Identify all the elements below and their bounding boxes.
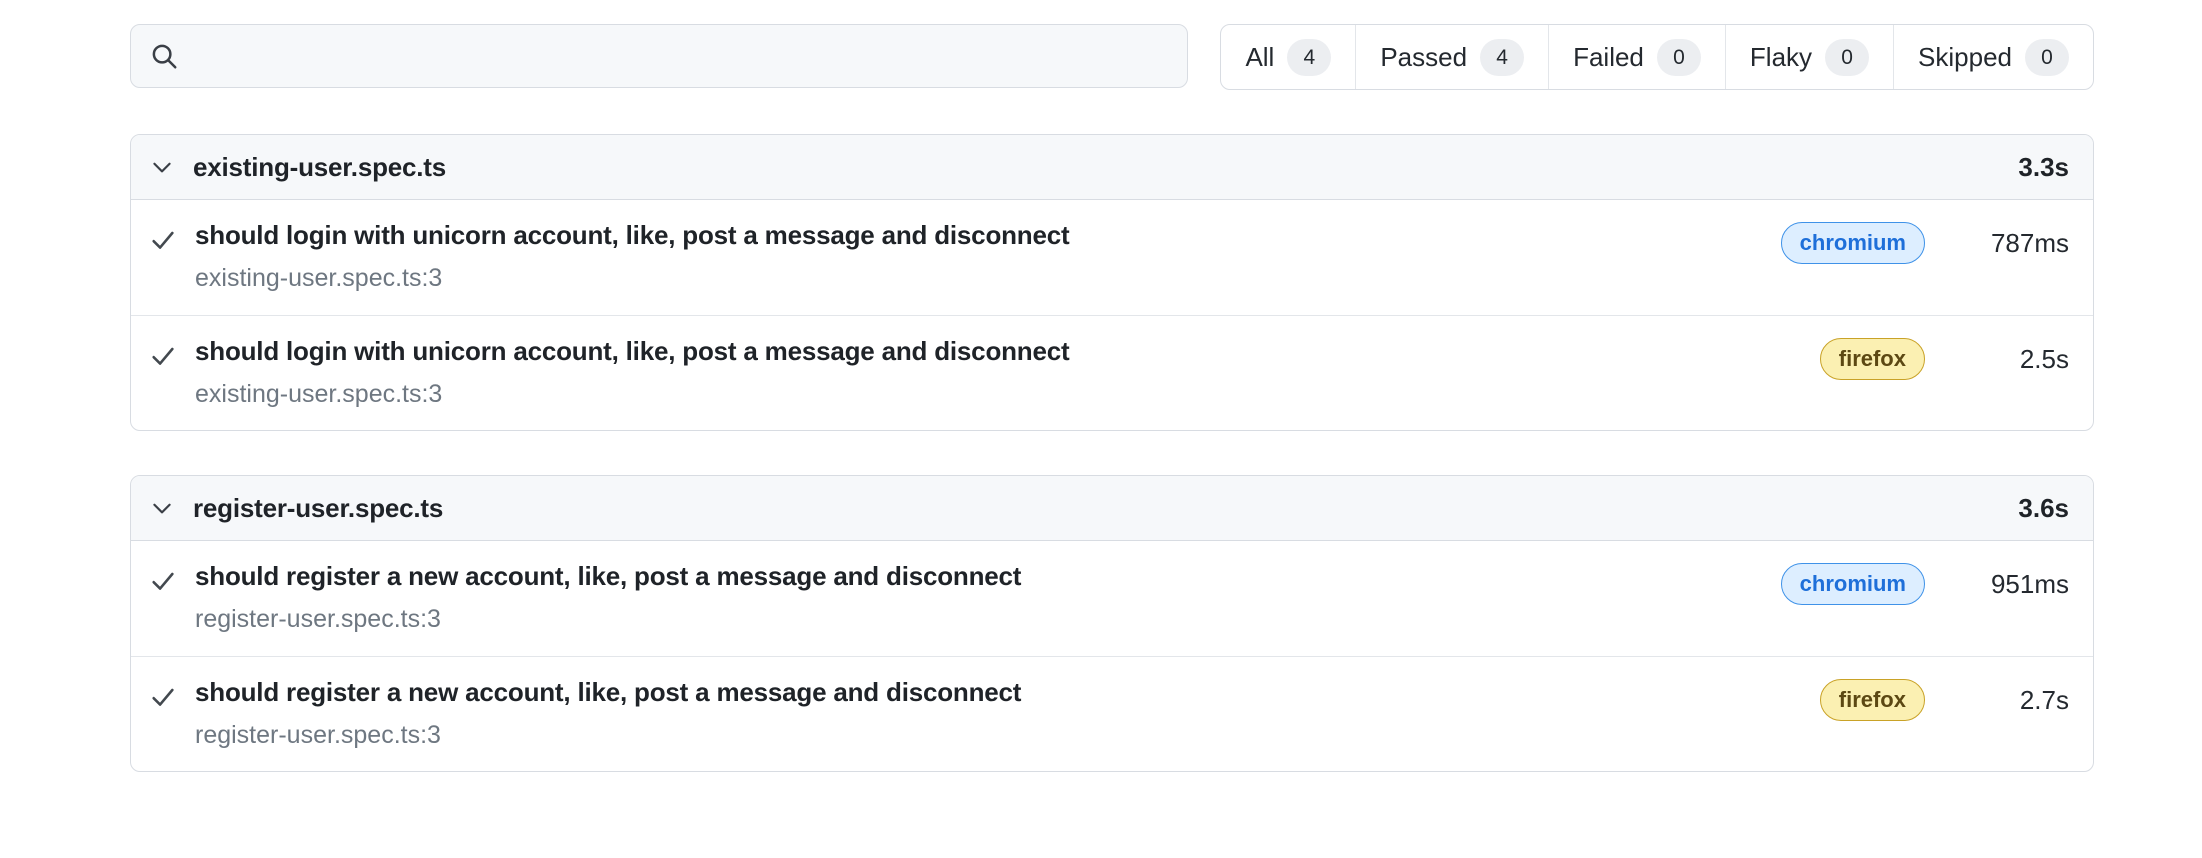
filter-tab-flaky-count: 0 — [1825, 38, 1870, 76]
test-info: should login with unicorn account, like,… — [195, 220, 1781, 293]
search-box[interactable] — [130, 24, 1189, 88]
test-file-name: existing-user.spec.ts — [193, 151, 447, 182]
table-row[interactable]: should login with unicorn account, like,… — [131, 200, 2093, 315]
test-meta: chromium 787ms — [1780, 222, 2069, 264]
filter-tab-flaky-label: Flaky — [1749, 41, 1813, 72]
report-toolbar: All 4 Passed 4 Failed 0 Flaky 0 Skipped … — [130, 24, 2094, 90]
test-meta: firefox 2.7s — [1819, 679, 2069, 721]
status-badge[interactable]: chromium — [1780, 222, 1925, 264]
status-badge[interactable]: firefox — [1819, 338, 1925, 380]
filter-tab-skipped-label: Skipped — [1918, 41, 2012, 72]
filter-tab-all-label: All — [1245, 41, 1275, 72]
filter-tab-skipped-count: 0 — [2025, 38, 2069, 76]
test-file-group-header[interactable]: existing-user.spec.ts 3.3s — [131, 135, 2093, 200]
test-duration: 2.7s — [2019, 684, 2069, 715]
test-location: existing-user.spec.ts:3 — [195, 380, 443, 409]
filter-tab-passed-count: 4 — [1480, 38, 1525, 76]
filter-tab-passed-label: Passed — [1380, 41, 1468, 72]
filter-tab-failed-count: 0 — [1656, 38, 1701, 76]
test-info: should login with unicorn account, like,… — [195, 336, 1820, 409]
test-file-name: register-user.spec.ts — [193, 492, 444, 523]
check-icon — [149, 683, 177, 711]
test-location: register-user.spec.ts:3 — [195, 721, 441, 750]
test-info: should register a new account, like, pos… — [195, 677, 1820, 750]
test-file-duration: 3.6s — [2018, 492, 2069, 523]
table-row[interactable]: should login with unicorn account, like,… — [131, 315, 2093, 430]
filter-tab-passed[interactable]: Passed 4 — [1356, 25, 1550, 89]
test-info: should register a new account, like, pos… — [195, 561, 1781, 634]
filter-tab-all[interactable]: All 4 — [1221, 25, 1357, 89]
filter-tab-flaky[interactable]: Flaky 0 — [1726, 25, 1895, 89]
test-file-group: register-user.spec.ts 3.6s should regist… — [130, 475, 2094, 772]
test-location: existing-user.spec.ts:3 — [195, 264, 443, 293]
filter-tab-failed-label: Failed — [1573, 41, 1644, 72]
test-file-duration: 3.3s — [2018, 151, 2069, 182]
status-badge[interactable]: chromium — [1780, 563, 1925, 605]
test-location: register-user.spec.ts:3 — [195, 605, 441, 634]
check-icon — [149, 567, 177, 595]
status-badge[interactable]: firefox — [1819, 679, 1925, 721]
filter-tab-all-count: 4 — [1287, 38, 1332, 76]
chevron-down-icon[interactable] — [149, 495, 175, 521]
test-file-group-list: existing-user.spec.ts 3.3s should login … — [130, 134, 2094, 816]
test-meta: firefox 2.5s — [1819, 338, 2069, 380]
check-icon — [149, 226, 177, 254]
check-icon — [149, 342, 177, 370]
test-title: should register a new account, like, pos… — [195, 677, 1022, 707]
test-meta: chromium 951ms — [1780, 563, 2069, 605]
test-duration: 951ms — [1990, 568, 2069, 599]
filter-tab-skipped[interactable]: Skipped 0 — [1894, 25, 2093, 89]
test-duration: 2.5s — [2019, 343, 2069, 374]
chevron-down-icon[interactable] — [149, 154, 175, 180]
filter-tab-group: All 4 Passed 4 Failed 0 Flaky 0 Skipped … — [1220, 24, 2094, 90]
test-title: should register a new account, like, pos… — [195, 561, 1022, 591]
table-row[interactable]: should register a new account, like, pos… — [131, 541, 2093, 656]
test-title: should login with unicorn account, like,… — [195, 336, 1070, 366]
table-row[interactable]: should register a new account, like, pos… — [131, 656, 2093, 771]
search-input[interactable] — [189, 26, 1170, 86]
test-file-group: existing-user.spec.ts 3.3s should login … — [130, 134, 2094, 431]
search-icon — [149, 41, 179, 71]
test-title: should login with unicorn account, like,… — [195, 220, 1070, 250]
test-report-page: All 4 Passed 4 Failed 0 Flaky 0 Skipped … — [0, 0, 2202, 858]
test-duration: 787ms — [1990, 227, 2069, 258]
test-file-group-header[interactable]: register-user.spec.ts 3.6s — [131, 476, 2093, 541]
filter-tab-failed[interactable]: Failed 0 — [1549, 25, 1726, 89]
